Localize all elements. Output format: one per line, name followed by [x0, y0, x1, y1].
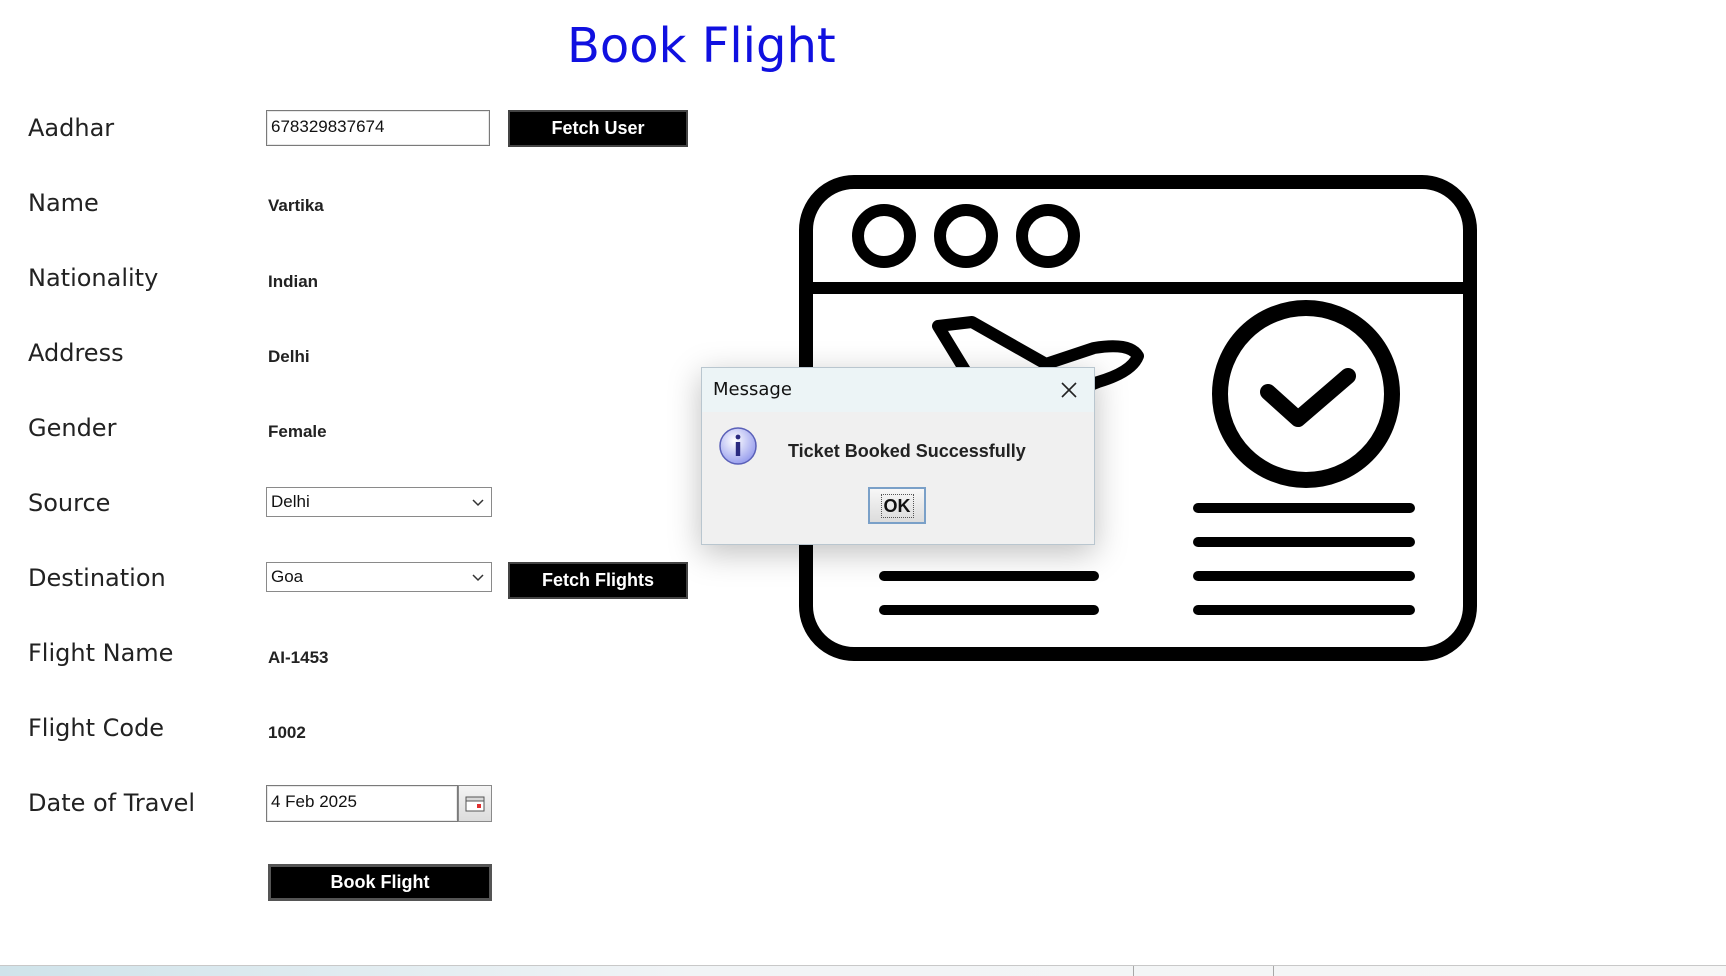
aadhar-label: Aadhar [28, 114, 115, 142]
name-label: Name [28, 189, 99, 217]
chevron-down-icon [472, 574, 484, 582]
ok-button[interactable]: OK [868, 487, 926, 524]
destination-select-value: Goa [271, 567, 304, 586]
page-title: Book Flight [567, 18, 836, 74]
gender-label: Gender [28, 414, 117, 442]
taskbar [0, 965, 1726, 976]
address-value: Delhi [268, 347, 310, 366]
date-of-travel-input[interactable]: 4 Feb 2025 [266, 785, 458, 822]
info-icon [719, 427, 757, 465]
nationality-value: Indian [268, 272, 319, 291]
flight-code-label: Flight Code [28, 714, 165, 742]
date-of-travel-label: Date of Travel [28, 789, 196, 817]
destination-select[interactable]: Goa [266, 562, 492, 592]
flight-code-value: 1002 [268, 723, 306, 742]
chevron-down-icon [472, 499, 484, 507]
nationality-label: Nationality [28, 264, 159, 292]
dialog-titlebar[interactable]: Message [702, 368, 1094, 412]
gender-value: Female [268, 422, 327, 441]
address-label: Address [28, 339, 124, 367]
fetch-user-button[interactable]: Fetch User [508, 110, 688, 147]
message-dialog: Message Ticket Booked Successfully OK [701, 367, 1095, 545]
calendar-button[interactable] [458, 785, 492, 822]
name-value: Vartika [268, 196, 324, 215]
aadhar-input[interactable]: 678329837674 [266, 110, 490, 146]
source-label: Source [28, 489, 111, 517]
dialog-message: Ticket Booked Successfully [788, 441, 1026, 461]
book-flight-button[interactable]: Book Flight [268, 864, 492, 901]
flight-name-value: AI-1453 [268, 648, 329, 667]
source-select-value: Delhi [271, 492, 310, 511]
close-icon[interactable] [1058, 379, 1080, 401]
calendar-icon [465, 796, 485, 811]
dialog-title: Message [713, 379, 792, 400]
ok-button-label: OK [880, 493, 914, 518]
fetch-flights-button[interactable]: Fetch Flights [508, 562, 688, 599]
source-select[interactable]: Delhi [266, 487, 492, 517]
destination-label: Destination [28, 564, 166, 592]
flight-name-label: Flight Name [28, 639, 174, 667]
